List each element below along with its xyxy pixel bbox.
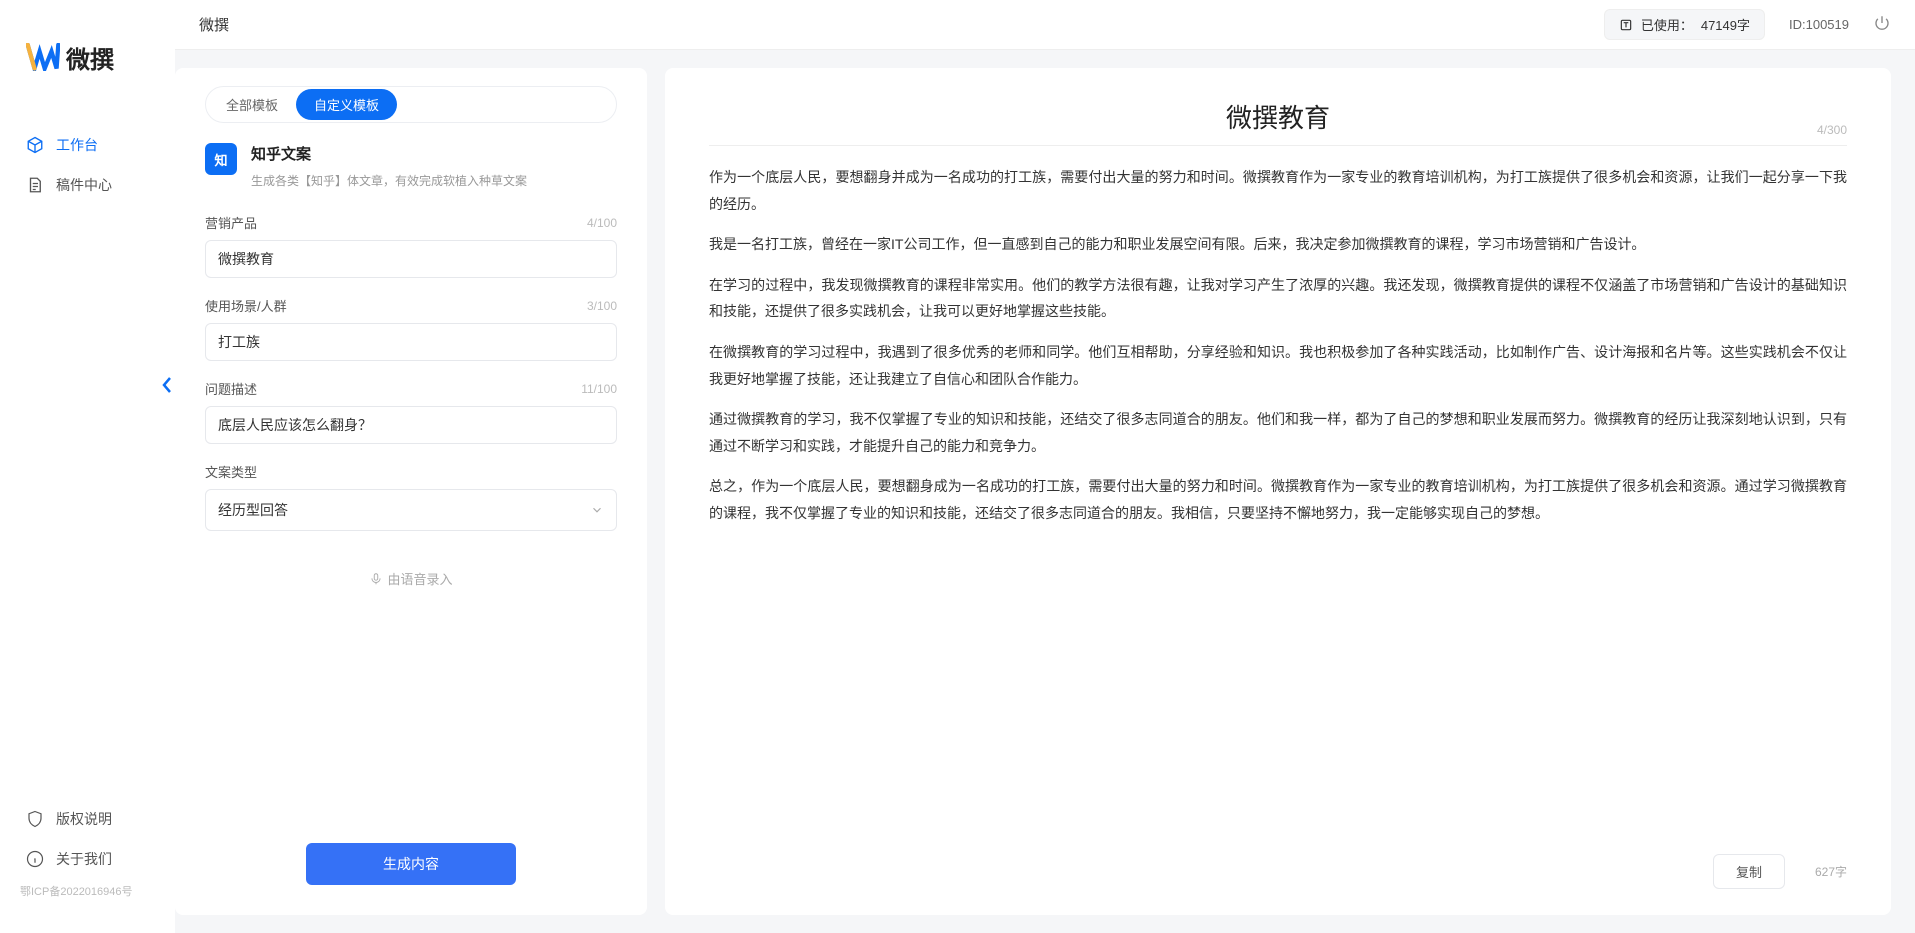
template-tabs: 全部模板 自定义模板 [205,86,617,123]
chevron-down-icon [590,503,604,517]
zhihu-icon: 知 [205,143,237,175]
template-description: 生成各类【知乎】体文章，有效完成软植入种草文案 [251,172,527,189]
logo: 微撰 [0,20,175,105]
sidebar-footer: 版权说明 关于我们 鄂ICP备2022016946号 [0,799,175,913]
field-counter-problem: 11/100 [581,382,617,396]
output-body[interactable]: 作为一个底层人民，要想翻身并成为一名成功的打工族，需要付出大量的努力和时间。微撰… [709,164,1847,838]
topbar-title: 微撰 [199,14,229,35]
generate-button[interactable]: 生成内容 [306,843,516,885]
problem-input[interactable] [205,406,617,444]
output-paragraph: 在学习的过程中，我发现微撰教育的课程非常实用。他们的教学方法很有趣，让我对学习产… [709,272,1847,325]
icp-text: 鄂ICP备2022016946号 [0,879,175,903]
logo-text: 微撰 [66,40,114,75]
usage-value: 47149字 [1701,15,1750,34]
usage-pill[interactable]: 已使用： 47149字 [1604,9,1765,40]
output-paragraph: 通过微撰教育的学习，我不仅掌握了专业的知识和技能，还结交了很多志同道合的朋友。他… [709,406,1847,459]
field-counter-product: 4/100 [587,216,617,230]
sidebar-collapse-handle[interactable] [160,376,174,397]
product-input[interactable] [205,240,617,278]
output-paragraph: 总之，作为一个底层人民，要想翻身成为一名成功的打工族，需要付出大量的努力和时间。… [709,473,1847,526]
text-icon [1619,18,1633,32]
info-icon [26,850,44,868]
sidebar-item-about[interactable]: 关于我们 [0,839,175,879]
output-paragraph: 我是一名打工族，曾经在一家IT公司工作，但一直感到自己的能力和职业发展空间有限。… [709,231,1847,258]
output-title[interactable]: 微撰教育 [709,98,1847,135]
field-counter-scene: 3/100 [587,299,617,313]
output-panel: 微撰教育 4/300 作为一个底层人民，要想翻身并成为一名成功的打工族，需要付出… [665,68,1891,915]
form-panel: 全部模板 自定义模板 知 知乎文案 生成各类【知乎】体文章，有效完成软植入种草文… [175,68,647,915]
logo-icon [26,43,60,73]
nav-list: 工作台 稿件中心 [0,105,175,799]
usage-label: 已使用： [1641,15,1693,34]
word-count: 627字 [1815,863,1847,880]
sidebar-item-drafts[interactable]: 稿件中心 [0,165,175,205]
divider [709,145,1847,146]
sidebar-item-label: 工作台 [56,135,98,155]
shield-icon [26,810,44,828]
footer-item-label: 版权说明 [56,809,112,829]
sidebar-item-copyright[interactable]: 版权说明 [0,799,175,839]
topbar: 微撰 已使用： 47149字 ID:100519 [175,0,1915,50]
user-id: ID:100519 [1789,17,1849,32]
template-header: 知 知乎文案 生成各类【知乎】体文章，有效完成软植入种草文案 [205,143,617,189]
voice-input-hint[interactable]: 由语音录入 [205,569,617,588]
scene-input[interactable] [205,323,617,361]
type-select[interactable]: 经历型回答 [205,489,617,531]
sidebar-item-label: 稿件中心 [56,175,112,195]
document-icon [26,176,44,194]
output-title-counter: 4/300 [1817,123,1847,137]
field-label-product: 营销产品 [205,213,257,232]
power-icon [1873,14,1891,32]
tab-custom-templates[interactable]: 自定义模板 [296,89,397,120]
microphone-icon [369,572,383,586]
field-label-type: 文案类型 [205,462,257,481]
copy-button[interactable]: 复制 [1713,854,1785,889]
output-paragraph: 作为一个底层人民，要想翻身并成为一名成功的打工族，需要付出大量的努力和时间。微撰… [709,164,1847,217]
sidebar: 微撰 工作台 稿件中心 版权说明 关于我们 鄂ICP备2022016946号 [0,0,175,933]
output-paragraph: 在微撰教育的学习过程中，我遇到了很多优秀的老师和同学。他们互相帮助，分享经验和知… [709,339,1847,392]
cube-icon [26,136,44,154]
field-label-scene: 使用场景/人群 [205,296,287,315]
tab-all-templates[interactable]: 全部模板 [208,89,296,120]
logout-button[interactable] [1873,14,1891,35]
sidebar-item-workbench[interactable]: 工作台 [0,125,175,165]
type-select-value: 经历型回答 [218,500,288,520]
footer-item-label: 关于我们 [56,849,112,869]
template-title: 知乎文案 [251,143,527,164]
field-label-problem: 问题描述 [205,379,257,398]
